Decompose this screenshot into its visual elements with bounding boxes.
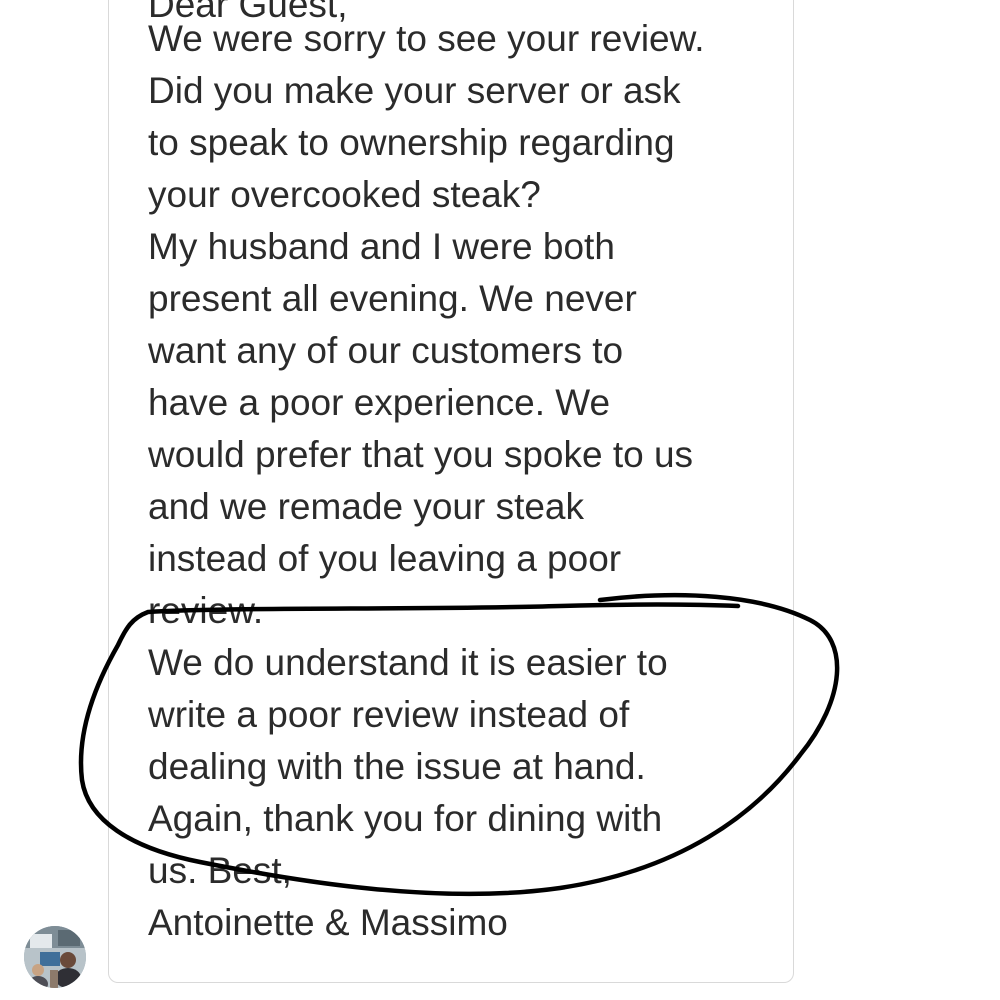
response-line: your overcooked steak? bbox=[148, 174, 541, 215]
response-line: Did you make your server or ask bbox=[148, 70, 681, 111]
response-line: present all evening. We never bbox=[148, 278, 637, 319]
owner-signature: Antoinette & Massimo bbox=[148, 902, 508, 943]
owner-response-text: We were sorry to see your review. Did yo… bbox=[148, 13, 788, 949]
response-line: write a poor review instead of bbox=[148, 694, 630, 735]
response-line: have a poor experience. We bbox=[148, 382, 611, 423]
screenshot-viewport: Dear Guest, We were sorry to see your re… bbox=[0, 0, 1000, 1000]
response-line: us. Best, bbox=[148, 850, 292, 891]
response-line: to speak to ownership regarding bbox=[148, 122, 675, 163]
response-line: dealing with the issue at hand. bbox=[148, 746, 646, 787]
avatar-photo-icon bbox=[24, 926, 86, 988]
response-line: would prefer that you spoke to us bbox=[148, 434, 694, 475]
response-line: My husband and I were both bbox=[148, 226, 615, 267]
response-line: review. bbox=[148, 590, 264, 631]
response-line: and we remade your steak bbox=[148, 486, 585, 527]
response-line: Again, thank you for dining with bbox=[148, 798, 663, 839]
owner-avatar-icon[interactable] bbox=[24, 926, 86, 988]
response-line: We were sorry to see your review. bbox=[148, 18, 705, 59]
response-line: We do understand it is easier to bbox=[148, 642, 668, 683]
response-line: instead of you leaving a poor bbox=[148, 538, 622, 579]
response-line: want any of our customers to bbox=[148, 330, 624, 371]
